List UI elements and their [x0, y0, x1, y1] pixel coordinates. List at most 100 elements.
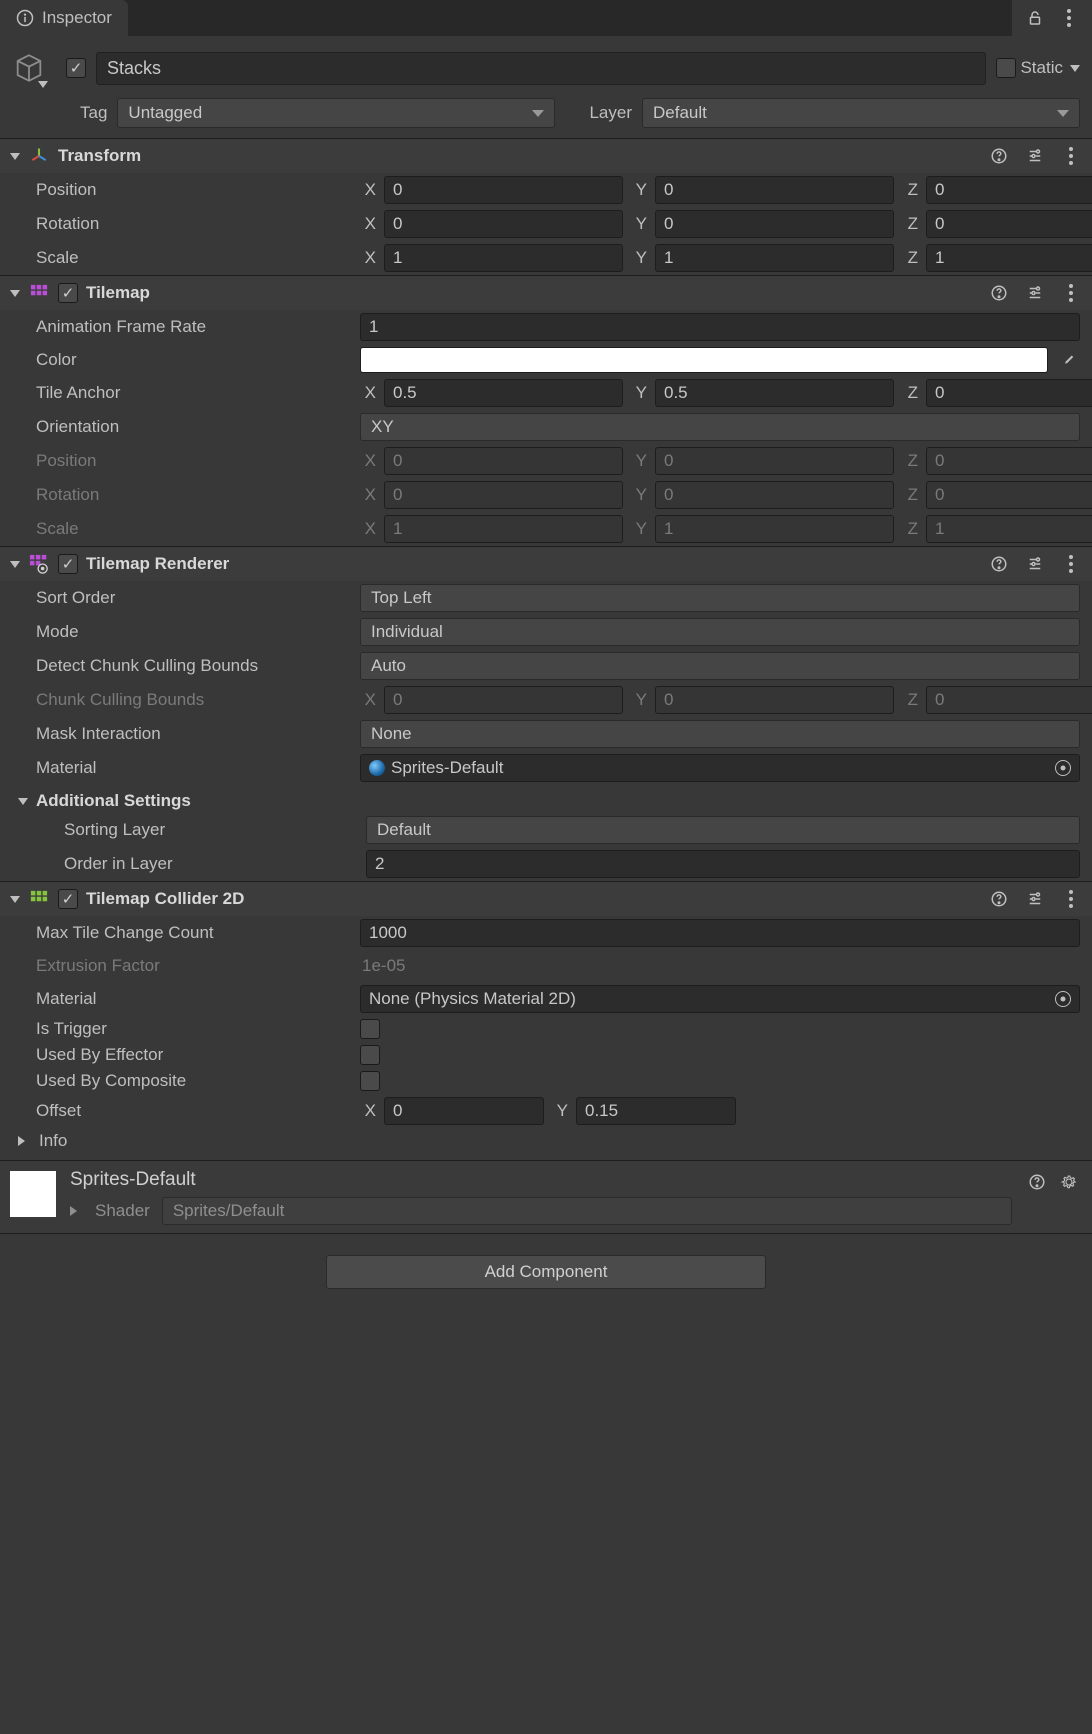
tm-rot-z [926, 481, 1092, 509]
composite-checkbox[interactable] [360, 1071, 380, 1091]
tilemap-foldout[interactable] [10, 290, 20, 297]
object-picker-icon[interactable] [1055, 760, 1071, 776]
lock-icon[interactable] [1024, 7, 1046, 29]
help-icon[interactable] [988, 145, 1010, 167]
layer-dropdown[interactable]: Default [642, 98, 1080, 128]
collider-enabled-checkbox[interactable] [58, 889, 78, 909]
help-icon[interactable] [988, 888, 1010, 910]
collider-title: Tilemap Collider 2D [86, 889, 244, 909]
order-field[interactable] [366, 850, 1080, 878]
tab-title: Inspector [42, 8, 112, 28]
static-dropdown[interactable] [1070, 65, 1080, 72]
anchor-x[interactable] [384, 379, 623, 407]
orientation-label: Orientation [36, 417, 352, 437]
renderer-icon [28, 553, 50, 575]
shader-dropdown[interactable]: Sprites/Default [162, 1197, 1012, 1225]
transform-foldout[interactable] [10, 153, 20, 160]
effector-checkbox[interactable] [360, 1045, 380, 1065]
position-y[interactable] [655, 176, 894, 204]
tilemap-enabled-checkbox[interactable] [58, 283, 78, 303]
renderer-header[interactable]: Tilemap Renderer [0, 546, 1092, 581]
object-picker-icon[interactable] [1055, 991, 1071, 1007]
detect-label: Detect Chunk Culling Bounds [36, 656, 352, 676]
max-tile-field[interactable] [360, 919, 1080, 947]
detect-dropdown[interactable]: Auto [360, 652, 1080, 680]
transform-header[interactable]: Transform [0, 138, 1092, 173]
eyedropper-icon[interactable] [1056, 351, 1080, 369]
component-menu-icon[interactable] [1060, 282, 1082, 304]
gameobject-name-field[interactable] [96, 52, 986, 85]
renderer-foldout[interactable] [10, 561, 20, 568]
info-foldout[interactable] [18, 1136, 25, 1146]
sort-dropdown[interactable]: Top Left [360, 584, 1080, 612]
tm-rot-label: Rotation [36, 485, 352, 505]
tag-label: Tag [80, 103, 107, 123]
scale-z[interactable] [926, 244, 1092, 272]
help-icon[interactable] [988, 282, 1010, 304]
tm-scale-y [655, 515, 894, 543]
color-field[interactable] [360, 347, 1048, 373]
composite-label: Used By Composite [36, 1071, 352, 1091]
component-menu-icon[interactable] [1060, 145, 1082, 167]
rotation-x[interactable] [384, 210, 623, 238]
rotation-y[interactable] [655, 210, 894, 238]
anchor-y[interactable] [655, 379, 894, 407]
static-checkbox[interactable] [996, 58, 1016, 78]
additional-settings-header[interactable]: Additional Settings [0, 785, 1092, 813]
anchor-z[interactable] [926, 379, 1092, 407]
gear-icon[interactable] [1058, 1171, 1080, 1193]
position-x[interactable] [384, 176, 623, 204]
position-z[interactable] [926, 176, 1092, 204]
tag-dropdown[interactable]: Untagged [117, 98, 555, 128]
trigger-checkbox[interactable] [360, 1019, 380, 1039]
mask-dropdown[interactable]: None [360, 720, 1080, 748]
offset-y[interactable] [576, 1097, 736, 1125]
tm-rot-y [655, 481, 894, 509]
help-icon[interactable] [1026, 1171, 1048, 1193]
shader-label: Shader [95, 1201, 150, 1221]
orientation-dropdown[interactable]: XY [360, 413, 1080, 441]
tilemap-header[interactable]: Tilemap [0, 275, 1092, 310]
collider-header[interactable]: Tilemap Collider 2D [0, 881, 1092, 916]
mode-dropdown[interactable]: Individual [360, 618, 1080, 646]
color-label: Color [36, 350, 352, 370]
static-label: Static [1020, 58, 1063, 78]
additional-foldout[interactable] [18, 798, 28, 805]
inspector-tab[interactable]: Inspector [0, 0, 128, 36]
preset-icon[interactable] [1024, 282, 1046, 304]
rotation-label: Rotation [36, 214, 352, 234]
tm-pos-y [655, 447, 894, 475]
offset-x[interactable] [384, 1097, 544, 1125]
anim-rate-label: Animation Frame Rate [36, 317, 352, 337]
gameobject-icon[interactable] [12, 46, 56, 90]
col-material-field[interactable]: None (Physics Material 2D) [360, 985, 1080, 1013]
add-component-button[interactable]: Add Component [326, 1255, 766, 1289]
icon-dropdown[interactable] [38, 81, 48, 88]
collider-icon [28, 888, 50, 910]
component-menu-icon[interactable] [1060, 553, 1082, 575]
rotation-z[interactable] [926, 210, 1092, 238]
extrusion-value: 1e-05 [360, 953, 1080, 979]
gameobject-enabled-checkbox[interactable] [66, 58, 86, 78]
trigger-label: Is Trigger [36, 1019, 352, 1039]
material-preview[interactable] [10, 1171, 56, 1217]
scale-x[interactable] [384, 244, 623, 272]
renderer-enabled-checkbox[interactable] [58, 554, 78, 574]
preset-icon[interactable] [1024, 145, 1046, 167]
sorting-layer-dropdown[interactable]: Default [366, 816, 1080, 844]
tm-scale-x [384, 515, 623, 543]
preset-icon[interactable] [1024, 888, 1046, 910]
material-foldout[interactable] [70, 1206, 77, 1216]
component-menu-icon[interactable] [1060, 888, 1082, 910]
rend-material-field[interactable]: Sprites-Default [360, 754, 1080, 782]
mode-label: Mode [36, 622, 352, 642]
scale-y[interactable] [655, 244, 894, 272]
renderer-title: Tilemap Renderer [86, 554, 229, 574]
chunk-label: Chunk Culling Bounds [36, 690, 352, 710]
anim-rate-field[interactable] [360, 313, 1080, 341]
collider-foldout[interactable] [10, 896, 20, 903]
chunk-z [926, 686, 1092, 714]
help-icon[interactable] [988, 553, 1010, 575]
tab-menu-icon[interactable] [1058, 7, 1080, 29]
preset-icon[interactable] [1024, 553, 1046, 575]
